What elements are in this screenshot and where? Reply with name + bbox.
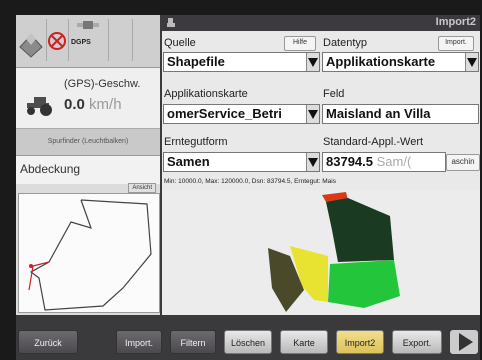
- abdeckung-label: Abdeckung: [16, 156, 160, 184]
- dgps-label: DGPS: [71, 39, 91, 46]
- chevron-down-icon: [306, 153, 319, 171]
- loeschen-button[interactable]: Löschen: [224, 330, 272, 354]
- gps-speed-unit: km/h: [89, 96, 122, 113]
- standard-appl-wert-unit: Sam/(: [376, 154, 412, 169]
- datentyp-value: Applikationskarte: [326, 54, 436, 69]
- feld-value: Maisland an Villa: [326, 106, 431, 121]
- status-cell-empty-1: [108, 19, 133, 61]
- erntegutform-dropdown[interactable]: Samen: [163, 152, 320, 172]
- chevron-down-icon: [306, 53, 319, 71]
- title-bar: Import2: [162, 15, 480, 31]
- chevron-down-icon: [306, 105, 319, 123]
- map-zone-dark-green: [326, 198, 394, 262]
- standard-appl-wert-label: Standard-Appl.-Wert: [323, 136, 424, 148]
- left-panel: DGPS (GPS)-Geschw. 0.0 km/h Spurfinder (…: [16, 15, 160, 315]
- standard-appl-wert-field[interactable]: 83794.5 Sam/(: [322, 152, 446, 172]
- map-zone-green: [328, 260, 400, 308]
- applikationskarte-dropdown[interactable]: omerService_Betri: [163, 104, 320, 124]
- next-arrow-icon[interactable]: [450, 330, 478, 354]
- feld-field[interactable]: Maisland an Villa: [322, 104, 479, 124]
- applikationskarte-value: omerService_Betri: [167, 106, 282, 121]
- erntegutform-value: Samen: [167, 154, 210, 169]
- bottom-toolbar: Zurück Import. Filtern Löschen Karte Imp…: [16, 315, 480, 360]
- application-map-polygons: [268, 192, 400, 312]
- display-screen: DGPS (GPS)-Geschw. 0.0 km/h Spurfinder (…: [16, 15, 480, 360]
- gps-speed-readout: 0.0 km/h: [64, 96, 122, 113]
- import-small-button[interactable]: Import.: [438, 36, 474, 51]
- dgps-cell: DGPS: [68, 19, 109, 61]
- tractor-icon: [27, 97, 52, 116]
- no-signal-cell: [46, 19, 69, 61]
- tractor-small-icon: [167, 18, 175, 27]
- feld-label: Feld: [323, 88, 345, 100]
- erntegutform-label: Erntegutform: [164, 136, 228, 148]
- hilfe-button[interactable]: Hilfe: [284, 36, 316, 51]
- chevron-down-icon: [465, 53, 478, 71]
- zurueck-button[interactable]: Zurück: [18, 330, 78, 354]
- status-cell-empty-2: [132, 19, 160, 61]
- quelle-value: Shapefile: [167, 54, 225, 69]
- status-bar: DGPS: [16, 15, 160, 68]
- standard-appl-wert-value: 83794.5: [326, 154, 373, 169]
- gps-speed-label: (GPS)-Geschw.: [64, 78, 141, 90]
- import-button[interactable]: Import.: [116, 330, 162, 354]
- satellite-icon: [19, 33, 43, 58]
- filtern-button[interactable]: Filtern: [170, 330, 216, 354]
- page-title: Import2: [435, 16, 476, 28]
- position-marker: [29, 264, 33, 268]
- import-panel: Import2 Quelle Hilfe Shapefile Datentyp …: [162, 15, 480, 315]
- applikationskarte-label: Applikationskarte: [164, 88, 248, 100]
- application-map[interactable]: [162, 190, 480, 315]
- datentyp-dropdown[interactable]: Applikationskarte: [322, 52, 479, 72]
- datentyp-label: Datentyp: [323, 37, 368, 49]
- spurfinder-button[interactable]: Spurfinder (Leuchtbalken): [16, 129, 160, 156]
- gps-speed-panel: (GPS)-Geschw. 0.0 km/h: [16, 68, 160, 129]
- satellite-cell: [16, 19, 47, 61]
- info-line: Min: 10000.0, Max: 120000.0, Dsn: 83794.…: [164, 178, 336, 185]
- maschine-button[interactable]: aschin: [446, 154, 480, 171]
- import2-tab[interactable]: Import2: [336, 330, 384, 354]
- export-button[interactable]: Export.: [392, 330, 442, 354]
- karte-button[interactable]: Karte: [280, 330, 328, 354]
- field-outline: [28, 199, 152, 311]
- no-signal-icon: [48, 32, 66, 50]
- quelle-label: Quelle: [164, 37, 196, 49]
- gps-speed-value: 0.0: [64, 96, 85, 113]
- coverage-map[interactable]: [18, 193, 160, 313]
- quelle-dropdown[interactable]: Shapefile: [163, 52, 320, 72]
- ansicht-button[interactable]: Ansicht: [128, 183, 156, 193]
